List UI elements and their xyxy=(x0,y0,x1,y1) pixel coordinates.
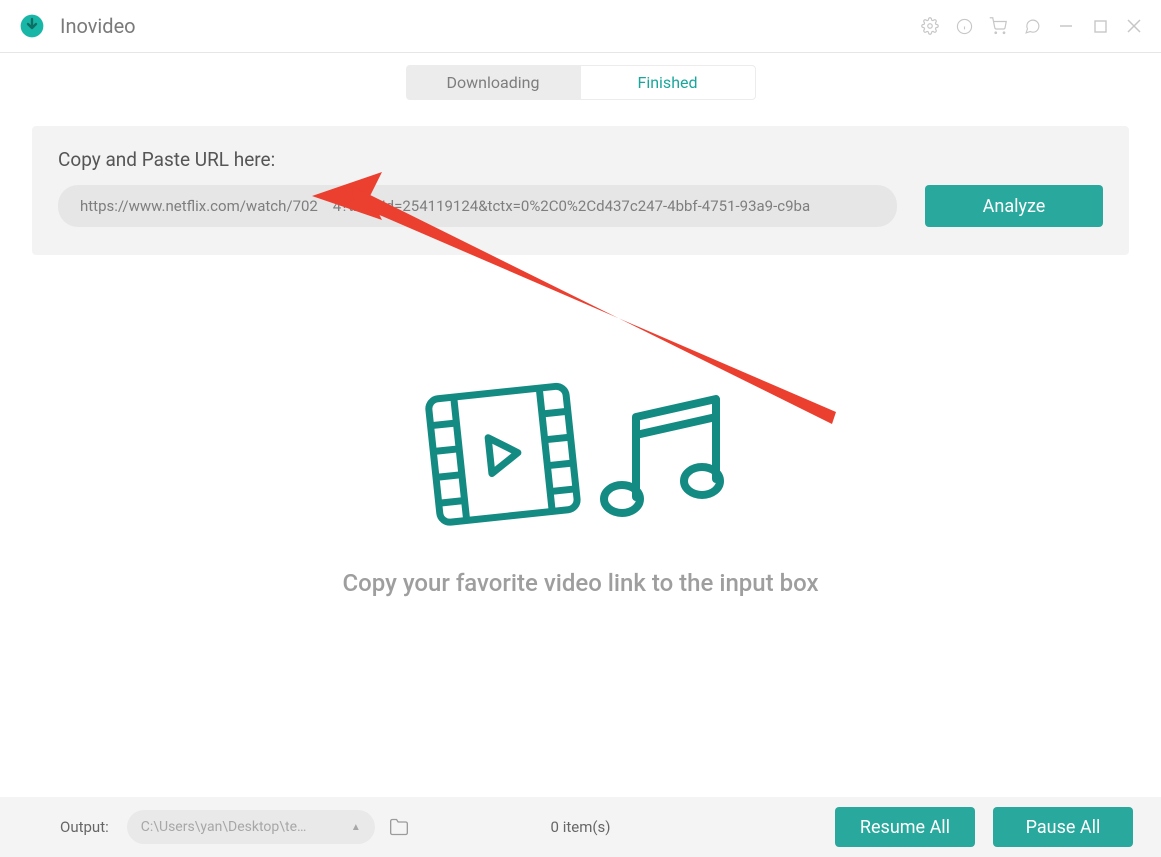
url-input[interactable] xyxy=(58,185,897,227)
resume-all-button[interactable]: Resume All xyxy=(835,807,975,847)
titlebar-buttons xyxy=(921,17,1143,35)
tabs: Downloading Finished xyxy=(0,53,1161,100)
bottom-actions: Resume All Pause All xyxy=(835,807,1133,847)
titlebar: Inovideo xyxy=(0,0,1161,53)
analyze-button[interactable]: Analyze xyxy=(925,185,1103,227)
maximize-icon[interactable] xyxy=(1091,17,1109,35)
url-label: Copy and Paste URL here: xyxy=(58,148,1103,171)
tab-downloading[interactable]: Downloading xyxy=(406,65,581,100)
feedback-icon[interactable] xyxy=(1023,17,1041,35)
open-folder-icon[interactable] xyxy=(389,816,411,838)
url-row: Analyze xyxy=(58,185,1103,227)
bottom-bar: Output: C:\Users\yan\Desktop\te… ▲ 0 ite… xyxy=(0,797,1161,857)
output-path-text: C:\Users\yan\Desktop\te… xyxy=(141,819,345,835)
app-logo: Inovideo xyxy=(18,12,136,40)
chevron-up-icon: ▲ xyxy=(351,822,361,833)
pause-all-button[interactable]: Pause All xyxy=(993,807,1133,847)
app-title: Inovideo xyxy=(60,14,136,38)
output-path-selector[interactable]: C:\Users\yan\Desktop\te… ▲ xyxy=(127,810,375,844)
settings-icon[interactable] xyxy=(921,17,939,35)
tab-finished[interactable]: Finished xyxy=(581,65,756,100)
close-icon[interactable] xyxy=(1125,17,1143,35)
info-icon[interactable] xyxy=(955,17,973,35)
cart-icon[interactable] xyxy=(989,17,1007,35)
empty-message: Copy your favorite video link to the inp… xyxy=(342,569,818,597)
empty-state: Copy your favorite video link to the inp… xyxy=(0,375,1161,597)
minimize-icon[interactable] xyxy=(1057,17,1075,35)
items-count: 0 item(s) xyxy=(551,818,611,836)
logo-icon xyxy=(18,12,46,40)
empty-illustration xyxy=(416,375,746,535)
output-label: Output: xyxy=(60,818,109,836)
url-panel: Copy and Paste URL here: Analyze xyxy=(32,126,1129,255)
